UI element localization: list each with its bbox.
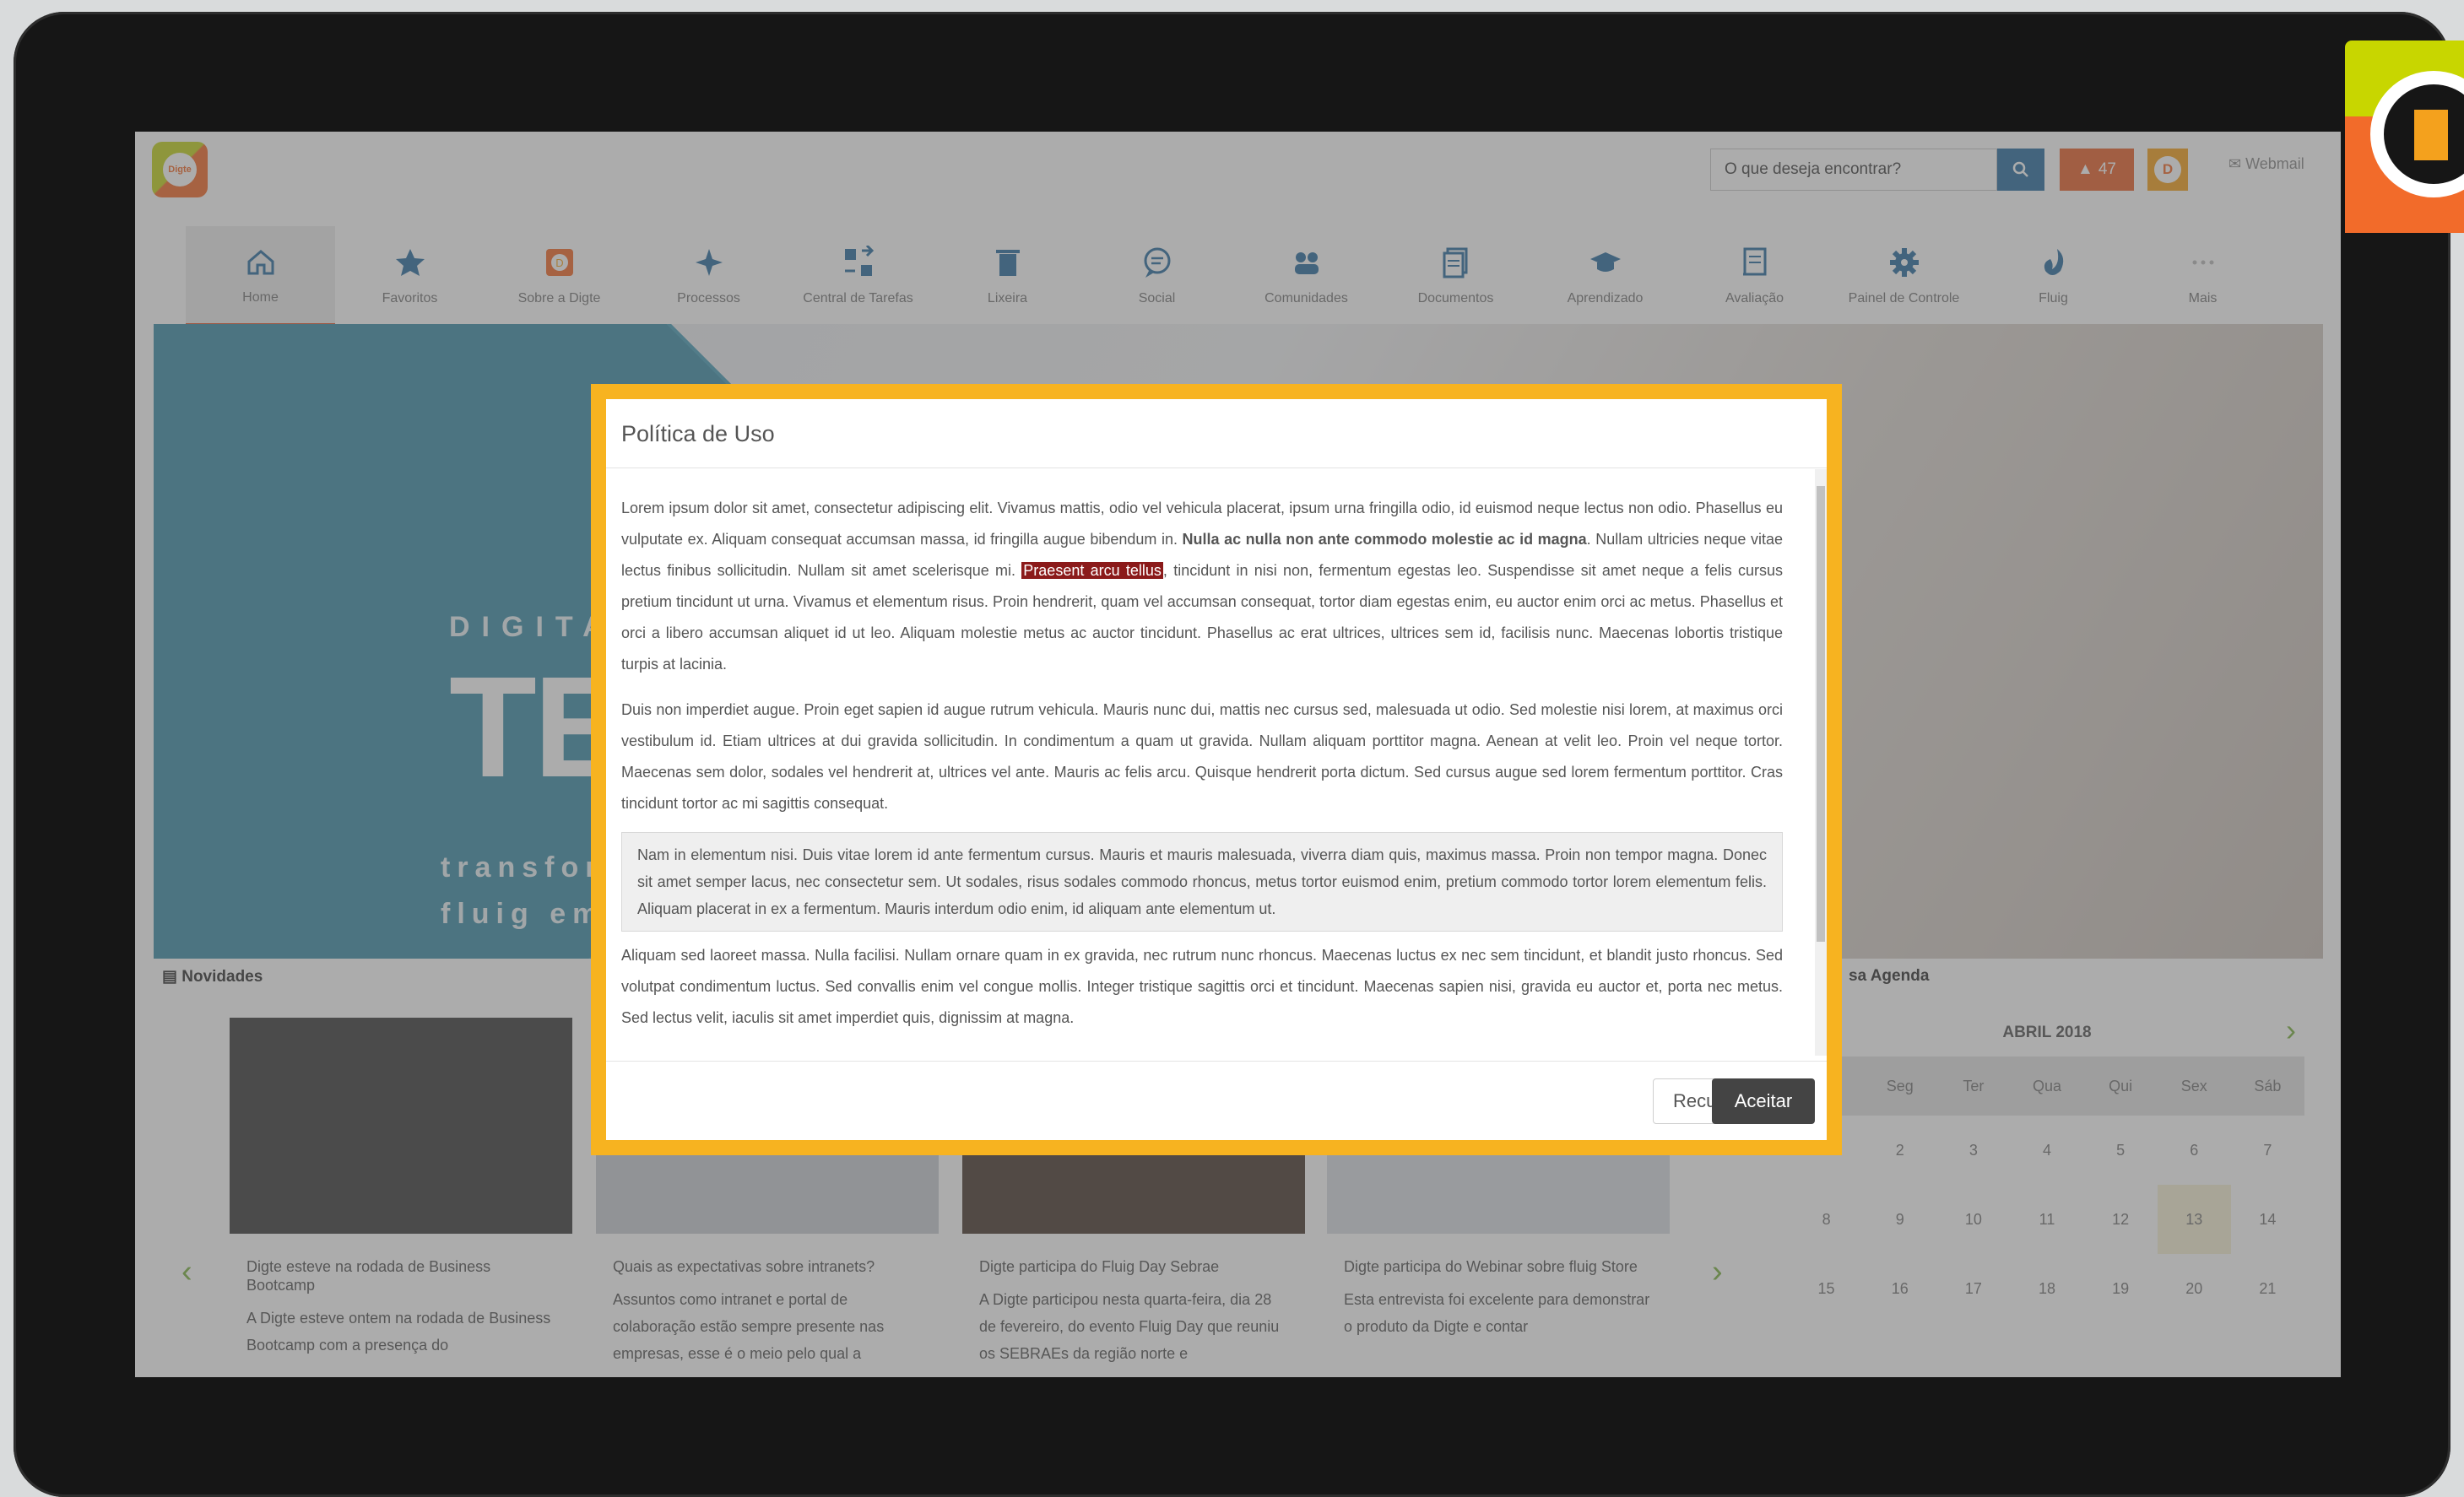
modal-scrollbar[interactable] bbox=[1815, 469, 1827, 1056]
scroll-thumb[interactable] bbox=[1817, 486, 1825, 942]
modal-title: Política de Uso bbox=[606, 399, 1827, 468]
policy-paragraph-3: Aliquam sed laoreet massa. Nulla facilis… bbox=[621, 947, 1783, 1026]
modal-footer: Recusar Aceitar bbox=[606, 1061, 1827, 1140]
modal-body: Lorem ipsum dolor sit amet, consectetur … bbox=[606, 469, 1827, 1056]
digte-corner-logo bbox=[2345, 41, 2464, 233]
policy-paragraph-4: Aliquam erat volutpat. Donec tortor urna… bbox=[621, 1048, 1783, 1056]
policy-paragraph-1: Lorem ipsum dolor sit amet, consectetur … bbox=[621, 500, 1784, 673]
policy-quote: Nam in elementum nisi. Duis vitae lorem … bbox=[621, 832, 1783, 932]
policy-paragraph-2: Duis non imperdiet augue. Proin eget sap… bbox=[621, 701, 1783, 812]
highlighted-text: Praesent arcu tellus bbox=[1021, 562, 1163, 579]
accept-button[interactable]: Aceitar bbox=[1712, 1078, 1815, 1124]
usage-policy-modal: Política de Uso Lorem ipsum dolor sit am… bbox=[591, 384, 1842, 1155]
